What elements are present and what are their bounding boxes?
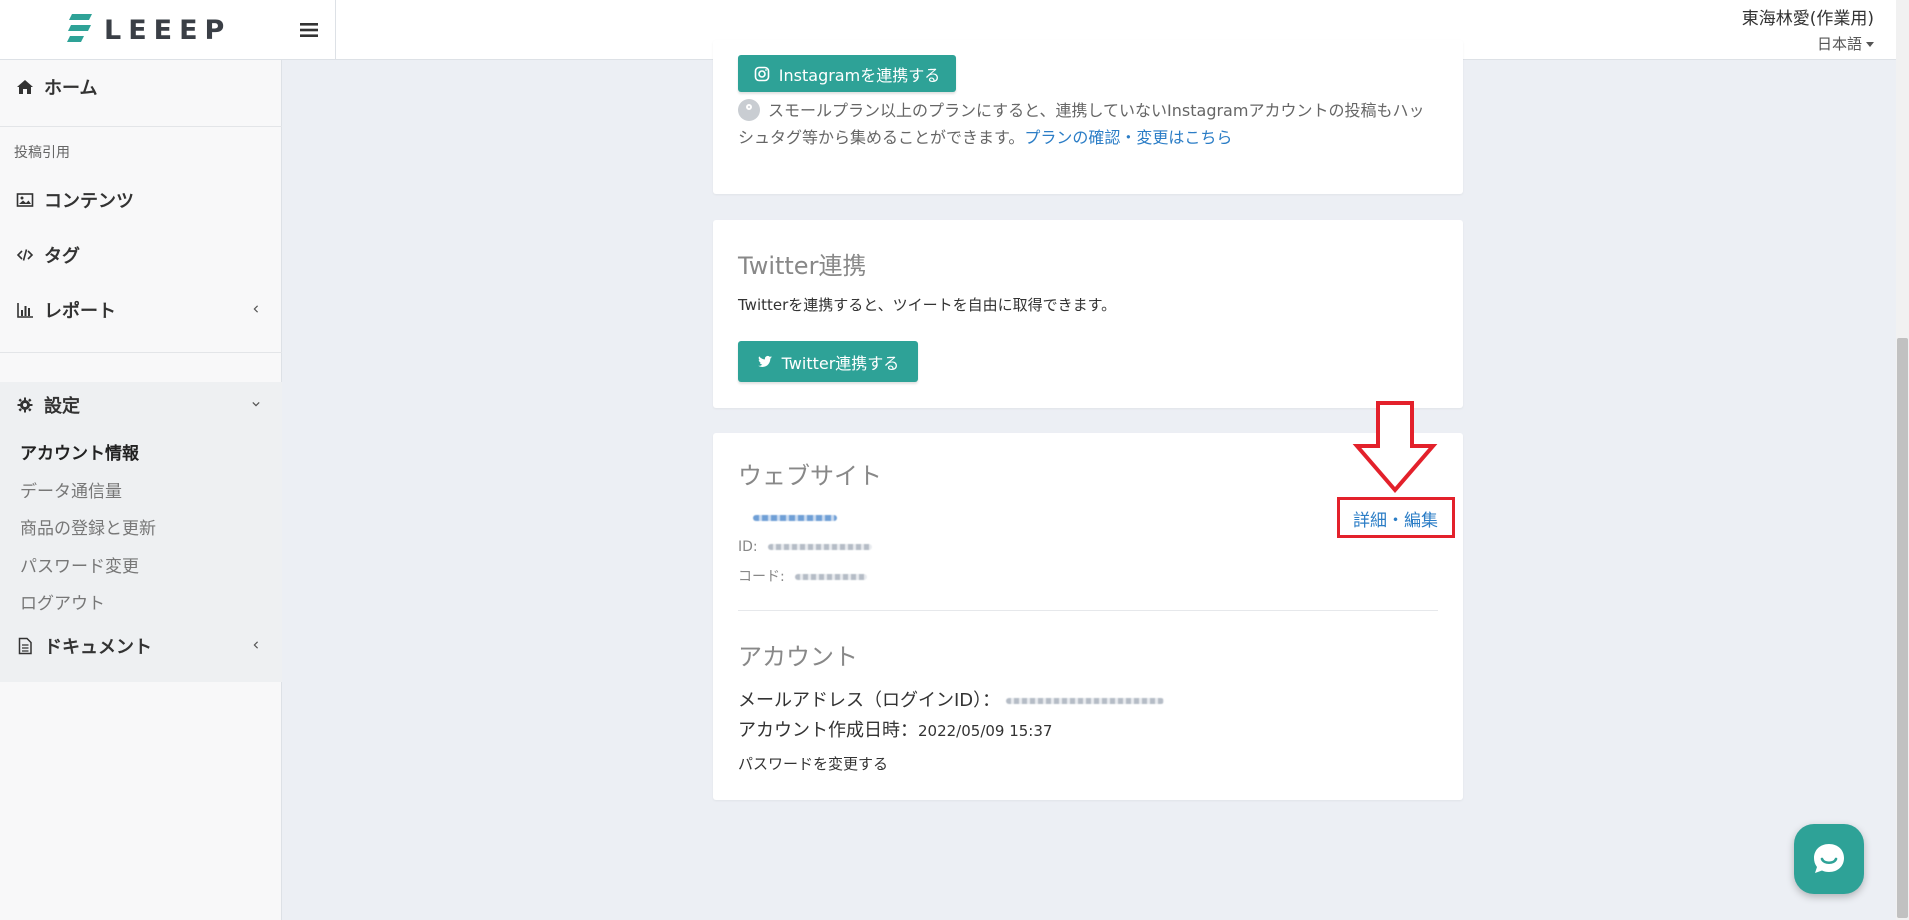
twitter-card: Twitter連携 Twitterを連携すると、ツイートを自由に取得できます。 … [713, 220, 1463, 408]
sidebar-section-label: 投稿引用 [14, 145, 70, 161]
website-name-redacted[interactable] [753, 507, 837, 526]
instagram-icon [754, 66, 770, 81]
website-code-label: コード: [738, 569, 785, 585]
caret-down-icon [1866, 42, 1874, 47]
sidebar-subitem-password-change[interactable]: パスワード変更 [20, 552, 139, 577]
twitter-card-title: Twitter連携 [738, 252, 867, 280]
sidebar-item-label: ドキュメント [44, 637, 152, 658]
document-icon [16, 637, 34, 655]
instagram-connect-button[interactable]: Instagramを連携する [738, 55, 956, 92]
bar-chart-icon [16, 301, 34, 319]
gear-icon [16, 396, 34, 414]
sidebar-item-label: レポート [44, 301, 116, 322]
logo-text: LEEEP [104, 14, 232, 46]
menu-toggle-button[interactable] [282, 0, 336, 60]
language-select[interactable]: 日本語 [1817, 33, 1874, 54]
instagram-connect-label: Instagramを連携する [778, 65, 941, 85]
annotation-highlight-box [1337, 497, 1455, 538]
account-email-row: メールアドレス（ログインID）： [738, 686, 1164, 712]
sidebar-item-tags[interactable]: タグ [0, 232, 282, 278]
lightbulb-icon [738, 99, 760, 121]
sidebar-item-reports[interactable]: レポート [0, 287, 282, 333]
chat-bubble-icon [1814, 844, 1844, 873]
sidebar-subitem-logout[interactable]: ログアウト [20, 589, 105, 614]
sidebar-divider [0, 352, 282, 353]
website-card-title: ウェブサイト [738, 462, 882, 490]
sidebar-item-contents[interactable]: コンテンツ [0, 177, 282, 223]
plan-note: スモールプラン以上のプランにすると、連携していないInstagramアカウントの… [738, 97, 1438, 151]
account-card-title: アカウント [738, 643, 858, 671]
redacted-text [768, 544, 873, 550]
twitter-description: Twitterを連携すると、ツイートを自由に取得できます。 [738, 296, 1117, 314]
plan-link[interactable]: プランの確認・変更はこちら [1024, 128, 1232, 147]
account-email-label: メールアドレス（ログインID）： [738, 690, 1001, 711]
annotation-arrow-icon [1352, 401, 1438, 494]
chat-widget-button[interactable] [1794, 824, 1864, 894]
chevron-left-icon [253, 641, 259, 649]
website-code-row: コード: [738, 566, 868, 586]
leeep-logo[interactable]: LEEEP [66, 10, 286, 50]
twitter-connect-button[interactable]: Twitter連携する [738, 341, 918, 382]
twitter-bird-icon [757, 355, 772, 367]
change-password-link[interactable]: パスワードを変更する [738, 753, 888, 774]
account-created-value: 2022/05/09 15:37 [918, 722, 1053, 740]
scrollbar-thumb[interactable] [1897, 338, 1908, 918]
hamburger-icon [299, 23, 318, 37]
image-icon [16, 191, 34, 209]
chevron-down-icon [252, 401, 260, 407]
website-id-row: ID: [738, 539, 873, 555]
home-icon [16, 78, 34, 96]
sidebar-subitem-data-usage[interactable]: データ通信量 [20, 477, 122, 502]
twitter-connect-label: Twitter連携する [781, 353, 900, 373]
sidebar-item-documents[interactable]: ドキュメント [0, 623, 282, 669]
language-label: 日本語 [1816, 35, 1862, 53]
account-created-row: アカウント作成日時：2022/05/09 15:37 [738, 716, 1052, 742]
sidebar-item-settings[interactable]: 設定 [0, 382, 282, 428]
sidebar: ホーム 投稿引用 コンテンツ タグ レポート 設定 アカウント情報 データ通信量… [0, 60, 282, 920]
sidebar-subitem-account-info[interactable]: アカウント情報 [20, 439, 139, 464]
sidebar-item-label: コンテンツ [44, 191, 134, 212]
redacted-text [753, 514, 837, 521]
chevron-left-icon [253, 305, 259, 313]
sidebar-divider [0, 126, 282, 127]
redacted-text [1005, 698, 1164, 704]
sidebar-item-label: ホーム [44, 78, 98, 99]
sidebar-subitem-product-registration[interactable]: 商品の登録と更新 [20, 514, 156, 539]
redacted-text [795, 574, 868, 580]
user-name[interactable]: 東海林愛(作業用) [1742, 4, 1874, 29]
website-id-label: ID: [738, 539, 758, 555]
sidebar-item-home[interactable]: ホーム [0, 64, 282, 110]
code-icon [16, 246, 34, 264]
account-created-label: アカウント作成日時： [738, 720, 918, 741]
leeep-logo-mark-icon [67, 14, 92, 42]
sidebar-item-label: 設定 [44, 396, 80, 417]
sidebar-item-label: タグ [44, 246, 80, 267]
card-divider [738, 610, 1438, 611]
instagram-card: Instagramを連携する スモールプラン以上のプランにすると、連携していない… [713, 40, 1463, 194]
